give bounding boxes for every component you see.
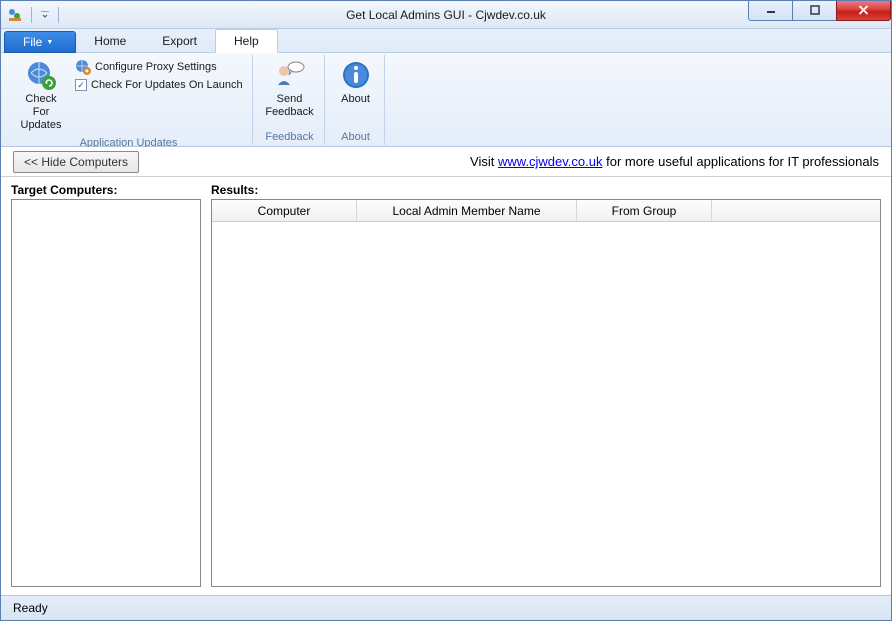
check-for-updates-button[interactable]: Check For Updates [11,57,71,134]
ribbon-body: Check For Updates Configure Proxy Settin… [1,53,891,147]
checkbox-icon: ✓ [75,79,87,91]
results-label: Results: [211,181,881,199]
results-grid-header: Computer Local Admin Member Name From Gr… [212,200,880,222]
column-header-member[interactable]: Local Admin Member Name [357,200,577,221]
visit-suffix: for more useful applications for IT prof… [602,154,879,169]
window-title: Get Local Admins GUI - Cjwdev.co.uk [346,8,546,22]
configure-proxy-label: Configure Proxy Settings [95,61,217,73]
visit-text: Visit www.cjwdev.co.uk for more useful a… [470,154,879,169]
tab-export[interactable]: Export [144,30,215,52]
main-area: Target Computers: Results: Computer Loca… [1,177,891,595]
maximize-button[interactable] [792,1,837,21]
file-menu-label: File [23,35,42,49]
status-text: Ready [13,601,48,615]
column-header-spacer [712,200,880,221]
close-button[interactable] [836,1,891,21]
results-grid[interactable]: Computer Local Admin Member Name From Gr… [211,199,881,587]
app-icon [7,7,23,23]
send-feedback-button[interactable]: Send Feedback [260,57,320,121]
column-header-computer[interactable]: Computer [212,200,357,221]
hide-computers-button[interactable]: << Hide Computers [13,151,139,173]
column-header-group[interactable]: From Group [577,200,712,221]
about-button[interactable]: About [333,57,378,108]
ribbon-tabstrip: File ▼ Home Export Help [1,29,891,53]
target-computers-label: Target Computers: [11,181,201,199]
chevron-down-icon: ▼ [46,39,53,46]
visit-link[interactable]: www.cjwdev.co.uk [498,154,603,169]
send-feedback-label: Send Feedback [265,93,313,119]
info-icon [340,59,372,91]
check-updates-on-launch-checkbox[interactable]: ✓ Check For Updates On Launch [75,79,243,91]
results-panel: Results: Computer Local Admin Member Nam… [211,181,881,587]
check-on-launch-label: Check For Updates On Launch [91,79,243,91]
target-computers-list[interactable] [11,199,201,587]
globe-refresh-icon [25,59,57,91]
about-label: About [341,93,370,106]
ribbon-group-updates: Check For Updates Configure Proxy Settin… [5,55,253,145]
tool-row: << Hide Computers Visit www.cjwdev.co.uk… [1,147,891,177]
status-bar: Ready [1,595,891,620]
target-computers-panel: Target Computers: [11,181,201,587]
qat-customize-dropdown[interactable] [40,10,50,20]
qat-separator [31,7,32,23]
visit-prefix: Visit [470,154,498,169]
title-bar: Get Local Admins GUI - Cjwdev.co.uk [1,1,891,29]
person-speech-icon [274,59,306,91]
check-for-updates-label: Check For Updates [17,93,65,132]
file-menu[interactable]: File ▼ [4,31,76,53]
configure-proxy-button[interactable]: Configure Proxy Settings [75,59,243,75]
ribbon-group-feedback: Send Feedback Feedback [255,55,325,145]
ribbon-group-about: About About [327,55,385,145]
qat-separator-2 [58,7,59,23]
ribbon-group-label-about: About [327,130,384,145]
ribbon-group-label-feedback: Feedback [255,130,324,145]
minimize-button[interactable] [748,1,793,21]
globe-gear-icon [75,59,91,75]
tab-home[interactable]: Home [76,30,144,52]
tab-help[interactable]: Help [215,29,278,53]
